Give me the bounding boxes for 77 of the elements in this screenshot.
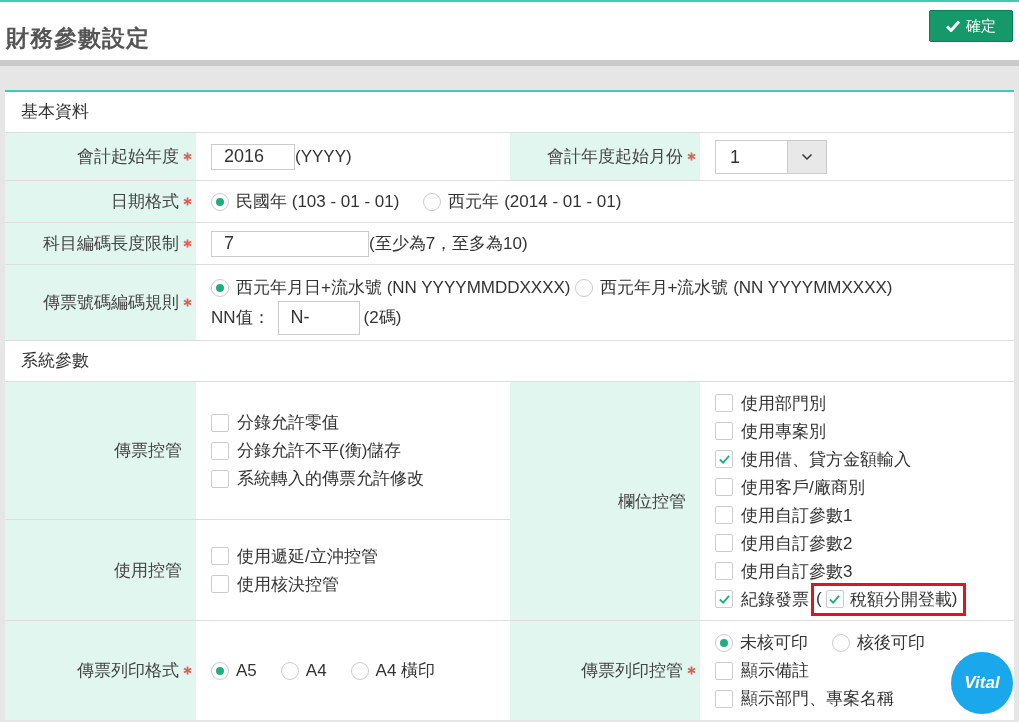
option-label: 使用部門別 [741,392,826,415]
option-label: 使用自訂參數1 [741,504,853,527]
checkbox[interactable] [715,534,733,552]
option-label: A4 [305,660,327,681]
option-label: A4 橫印 [375,660,436,682]
checkbox[interactable] [211,547,229,565]
radio-button[interactable] [211,278,229,297]
checkbox[interactable] [715,661,733,680]
checkbox[interactable] [715,590,733,608]
length-input[interactable]: 7 [211,230,369,257]
checkbox[interactable] [715,450,733,468]
field-label: 傳票號碼編碼規則 [43,292,179,314]
radio-button[interactable] [350,661,369,680]
checkbox[interactable] [211,469,229,488]
option-label: 使用專案別 [741,420,826,443]
length-hint: (2碼) [363,307,402,329]
option-label: 使用自訂參數2 [741,532,853,555]
option-label: 使用自訂參數3 [741,560,853,583]
year-input[interactable]: 2016 [211,143,295,170]
checkmark-icon [946,20,960,32]
field-label: 會計年度起始月份 [547,146,683,168]
option-label: 分錄允許零值 [237,412,339,434]
option-label: 系統轉入的傳票允許修改 [237,468,424,490]
field-label: 科目編碼長度限制 [43,233,179,255]
checkbox[interactable] [715,689,733,708]
checkbox[interactable] [715,394,733,412]
radio-button[interactable] [574,278,593,297]
option-label: 核後可印 [857,632,925,654]
option-label: 使用核決控管 [237,573,339,596]
option-label: 未核可印 [740,632,808,654]
checkbox[interactable] [211,575,229,593]
option-label: 顯示備註 [741,660,809,682]
checkbox[interactable] [211,441,229,460]
checkbox[interactable] [825,590,844,608]
option-label: 稅額分開登載 [849,588,952,611]
range-hint: (至少為7，至多為10) [369,233,528,255]
checkmark-icon [717,593,731,605]
field-label: 傳票列印格式 [77,660,179,682]
radio-button[interactable] [211,192,229,211]
chevron-down-icon [801,152,813,161]
field-label: 日期格式 [111,191,179,213]
checkmark-icon [828,593,842,605]
option-label: 西元年月+流水號 (NN YYYYMMXXXX) [599,277,893,299]
prefix-label: NN值： [211,307,270,329]
option-label: 民國年 (103 - 01 - 01) [236,191,400,213]
month-dropdown[interactable]: 1 [715,139,827,174]
group-label: 使用控管 [114,559,182,582]
option-label: 分錄允許不平(衡)儲存 [237,440,402,462]
option-label: 顯示部門、專案名稱 [741,688,894,710]
option-label: 使用借、貸方金額輸入 [741,448,911,471]
option-label: 使用客戶/廠商別 [741,476,865,499]
format-hint: (YYYY) [295,146,352,167]
page-title: 財務參數設定 [6,23,150,53]
radio-button[interactable] [211,661,229,680]
field-label: 傳票列印控管 [581,660,683,682]
radio-button[interactable] [280,661,299,680]
group-label: 欄位控管 [618,490,686,513]
option-label: 使用遞延/立沖控管 [237,545,378,568]
option-label: 西元年 (2014 - 01 - 01) [448,191,622,213]
radio-button[interactable] [715,633,733,652]
option-label: 紀錄發票 [741,588,809,611]
checkbox[interactable] [715,422,733,440]
confirm-button[interactable]: 確定 [929,10,1013,42]
radio-button[interactable] [423,192,442,211]
radio-button[interactable] [832,633,850,652]
parenthesis: ) [951,589,958,609]
prefix-input[interactable]: N- [277,300,360,335]
checkbox[interactable] [715,478,733,496]
group-label: 傳票控管 [114,440,182,462]
checkbox[interactable] [211,413,229,432]
checkmark-icon [717,453,731,465]
field-label: 會計起始年度 [77,146,179,168]
checkbox[interactable] [715,506,733,524]
checkbox[interactable] [715,562,733,580]
option-label: 西元年月日+流水號 (NN YYYYMMDDXXXX) [236,277,571,299]
option-label: A5 [236,660,257,681]
parenthesis: ( [816,589,822,609]
